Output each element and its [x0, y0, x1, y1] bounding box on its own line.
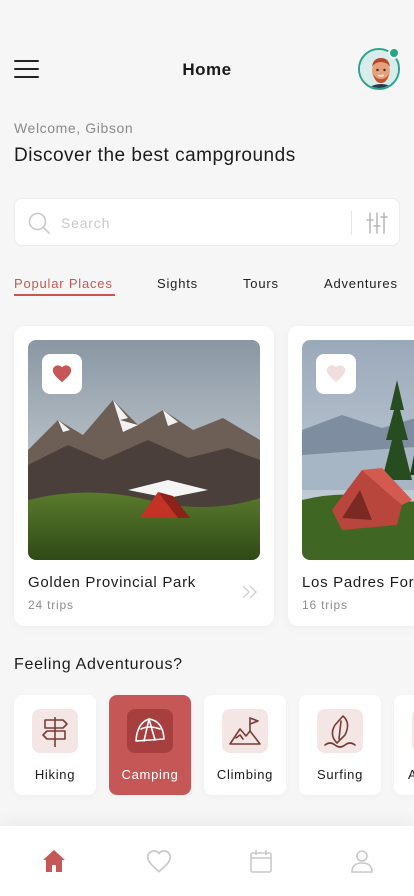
home-icon[interactable]	[39, 846, 69, 876]
tent-icon	[127, 709, 173, 753]
place-title: Los Padres For	[302, 574, 414, 591]
home-screen: Home Welcome, Gibson Discover the best c…	[0, 0, 414, 896]
profile-icon[interactable]	[347, 846, 377, 876]
category-partial[interactable]: A	[394, 695, 414, 795]
search-icon	[28, 212, 50, 234]
place-card[interactable]: Golden Provincial Park 24 trips	[14, 326, 274, 626]
category-camping[interactable]: Camping	[109, 695, 191, 795]
double-chevron-right-icon[interactable]	[240, 584, 260, 600]
category-climbing[interactable]: Climbing	[204, 695, 286, 795]
surfboard-icon	[317, 709, 363, 753]
category-label: A	[408, 767, 414, 782]
tab-tours[interactable]: Tours	[243, 276, 279, 291]
place-card[interactable]: Los Padres For 16 trips	[288, 326, 414, 626]
mountain-flag-icon	[222, 709, 268, 753]
welcome-text: Welcome, Gibson	[14, 120, 134, 136]
online-status-icon	[388, 47, 400, 59]
heart-filled-icon	[52, 365, 72, 383]
search-divider	[351, 211, 352, 235]
app-header: Home	[0, 44, 414, 96]
heart-icon[interactable]	[144, 846, 174, 876]
headline: Discover the best campgrounds	[14, 145, 296, 166]
active-tab-indicator	[14, 294, 115, 296]
search-bar	[14, 198, 400, 246]
category-surfing[interactable]: Surfing	[299, 695, 381, 795]
favorite-button[interactable]	[42, 354, 82, 394]
tab-popular-places[interactable]: Popular Places	[14, 276, 113, 291]
category-label: Surfing	[316, 767, 364, 782]
page-title: Home	[182, 60, 232, 79]
category-label: Hiking	[34, 767, 76, 782]
search-input[interactable]	[61, 211, 331, 235]
sliders-filter-icon[interactable]	[365, 211, 389, 235]
bottom-navigation	[0, 826, 414, 896]
place-trips: 16 trips	[302, 598, 348, 612]
calendar-icon[interactable]	[246, 846, 276, 876]
favorite-button[interactable]	[316, 354, 356, 394]
tab-sights[interactable]: Sights	[157, 276, 198, 291]
place-title: Golden Provincial Park	[28, 574, 196, 591]
category-tabs: Popular Places Sights Tours Adventures	[0, 276, 414, 300]
section-title: Feeling Adventurous?	[14, 656, 183, 673]
heart-icon	[326, 365, 346, 383]
category-hiking[interactable]: Hiking	[14, 695, 96, 795]
tab-adventures[interactable]: Adventures	[324, 276, 398, 291]
place-trips: 24 trips	[28, 598, 74, 612]
signpost-icon	[32, 709, 78, 753]
category-label: Climbing	[216, 767, 274, 782]
category-label: Camping	[121, 767, 179, 782]
